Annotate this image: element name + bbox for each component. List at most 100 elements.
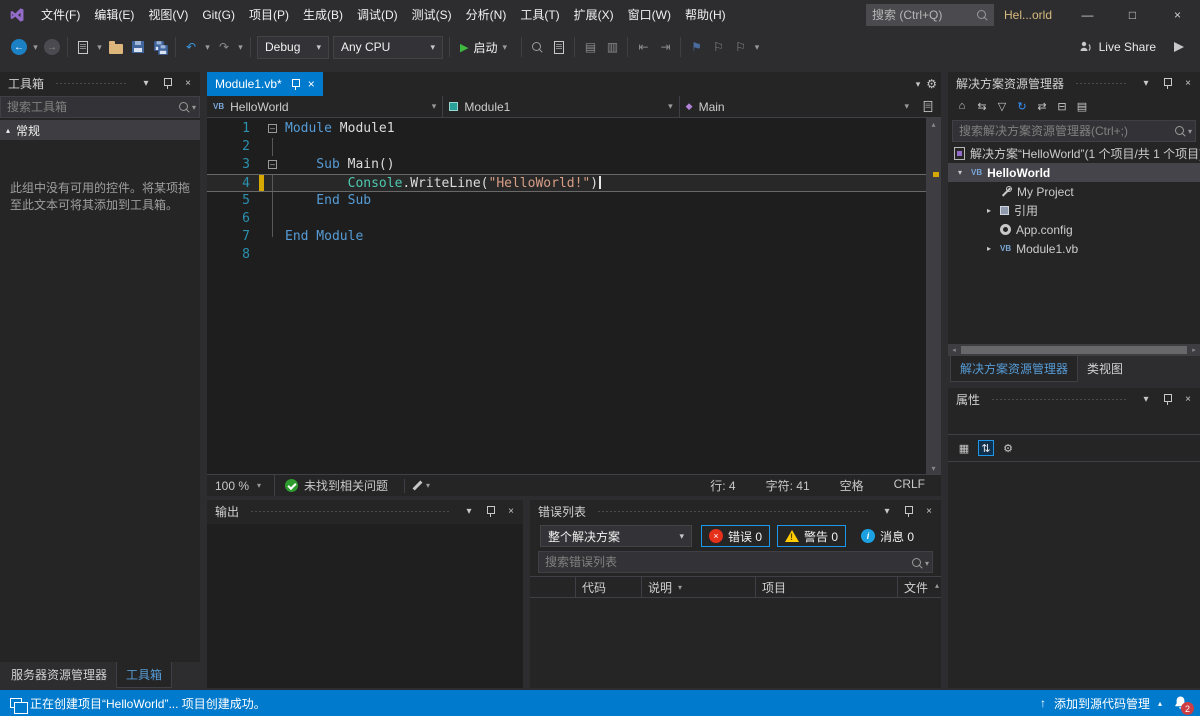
- pin-icon[interactable]: [1159, 75, 1175, 91]
- scroll-down-icon[interactable]: ▾: [926, 462, 941, 474]
- navigate-forward-button[interactable]: →: [42, 35, 62, 59]
- alphabetical-sort-icon[interactable]: ⇅: [978, 440, 994, 456]
- chevron-up-icon[interactable]: ▴: [1158, 699, 1162, 708]
- navigate-back-chevron-icon[interactable]: ▾: [31, 35, 40, 59]
- close-icon[interactable]: ×: [1180, 75, 1196, 91]
- warnings-filter-button[interactable]: 警告 0: [777, 525, 846, 547]
- close-icon[interactable]: ×: [1180, 391, 1196, 407]
- output-content[interactable]: [207, 524, 523, 688]
- collapse-all-icon[interactable]: ⊟: [1054, 98, 1070, 114]
- pin-icon[interactable]: [1159, 391, 1175, 407]
- tab-class-view[interactable]: 类视图: [1078, 356, 1132, 382]
- send-feedback-button[interactable]: [1169, 35, 1189, 59]
- start-debugging-button[interactable]: ▶ 启动 ▾: [454, 35, 517, 59]
- tree-item-references[interactable]: ▸ 引用: [948, 201, 1200, 220]
- new-file-button[interactable]: [73, 35, 93, 59]
- menu-item-window[interactable]: 窗口(W): [621, 0, 678, 30]
- chevron-down-icon[interactable]: ▾: [1188, 127, 1192, 136]
- scrollbar-thumb[interactable]: [961, 346, 1187, 354]
- line-ending-indicator[interactable]: CRLF: [894, 477, 925, 494]
- new-file-chevron-icon[interactable]: ▾: [95, 35, 104, 59]
- tree-item-module1-vb[interactable]: ▸ VB Module1.vb: [948, 239, 1200, 258]
- messages-filter-button[interactable]: i 消息 0: [853, 525, 922, 547]
- error-list-search-input[interactable]: [538, 551, 933, 573]
- menu-item-debug[interactable]: 调试(D): [350, 0, 405, 30]
- pin-icon[interactable]: [482, 503, 498, 519]
- navbar-type-dropdown[interactable]: Module1 ▾: [443, 96, 679, 117]
- chevron-down-icon[interactable]: ▾: [192, 103, 196, 112]
- solution-horizontal-scrollbar[interactable]: ◂ ▸: [948, 344, 1200, 356]
- chevron-down-icon[interactable]: ▾: [925, 559, 929, 568]
- split-editor-icon[interactable]: [915, 96, 941, 117]
- menu-item-edit[interactable]: 编辑(E): [87, 0, 141, 30]
- minimize-button[interactable]: —: [1065, 0, 1110, 30]
- toolbar-overflow-chevron-icon[interactable]: ▾: [752, 35, 761, 59]
- quick-search-input[interactable]: [872, 8, 976, 22]
- close-icon[interactable]: ×: [921, 503, 937, 519]
- menu-item-help[interactable]: 帮助(H): [678, 0, 733, 30]
- pin-icon[interactable]: [159, 75, 175, 91]
- toolbox-section-general[interactable]: ▴ 常规: [0, 120, 200, 140]
- close-icon[interactable]: ×: [180, 75, 196, 91]
- tab-solution-explorer[interactable]: 解决方案资源管理器: [950, 356, 1078, 382]
- error-scope-select[interactable]: 整个解决方案 ▾: [540, 525, 692, 547]
- expand-chevron-icon[interactable]: ▸: [983, 244, 995, 253]
- zoom-select[interactable]: 100 % ▾: [207, 475, 275, 496]
- toolbox-search-input[interactable]: [0, 96, 200, 118]
- navbar-project-dropdown[interactable]: VB HelloWorld ▾: [207, 96, 443, 117]
- redo-button[interactable]: ↷: [214, 35, 234, 59]
- open-documents-chevron-icon[interactable]: ▾: [916, 79, 921, 90]
- increase-indent-button[interactable]: ⇥: [655, 35, 675, 59]
- errors-filter-button[interactable]: × 错误 0: [701, 525, 770, 547]
- property-pages-icon[interactable]: ⚙: [1000, 440, 1016, 456]
- live-share-button[interactable]: Live Share: [1079, 40, 1156, 54]
- caret-char-indicator[interactable]: 字符: 41: [766, 477, 810, 494]
- expand-chevron-icon[interactable]: ▾: [954, 168, 966, 177]
- window-position-chevron-icon[interactable]: ▾: [1138, 391, 1154, 407]
- document-health-indicator[interactable]: 未找到相关问题: [275, 477, 398, 494]
- window-position-chevron-icon[interactable]: ▾: [138, 75, 154, 91]
- solution-search-input[interactable]: [952, 120, 1196, 142]
- pin-icon[interactable]: [900, 503, 916, 519]
- pin-icon[interactable]: [289, 76, 301, 92]
- navigate-back-button[interactable]: ←: [9, 35, 29, 59]
- refresh-icon[interactable]: ↻: [1014, 98, 1030, 114]
- properties-header[interactable]: 属性 ▾ ×: [948, 388, 1200, 410]
- find-in-files-button[interactable]: [527, 35, 547, 59]
- window-position-chevron-icon[interactable]: ▾: [461, 503, 477, 519]
- solution-platform-select[interactable]: Any CPU ▾: [333, 36, 443, 59]
- tab-server-explorer[interactable]: 服务器资源管理器: [2, 662, 116, 687]
- column-code[interactable]: 代码: [576, 577, 642, 597]
- sync-with-active-document-icon[interactable]: ⇄: [1034, 98, 1050, 114]
- menu-item-analyze[interactable]: 分析(N): [459, 0, 514, 30]
- menu-item-git[interactable]: Git(G): [195, 0, 242, 30]
- save-all-button[interactable]: [150, 35, 170, 59]
- window-position-chevron-icon[interactable]: ▾: [1138, 75, 1154, 91]
- solution-configuration-select[interactable]: Debug ▾: [257, 36, 329, 59]
- menu-item-project[interactable]: 项目(P): [242, 0, 296, 30]
- properties-object-field[interactable]: [948, 410, 1200, 434]
- navbar-member-dropdown[interactable]: ◆ Main ▾: [680, 96, 915, 117]
- tree-item-my-project[interactable]: My Project: [948, 182, 1200, 201]
- expand-chevron-icon[interactable]: ▸: [983, 206, 995, 215]
- chevron-down-icon[interactable]: ▾: [426, 481, 435, 490]
- close-icon[interactable]: ×: [308, 77, 315, 91]
- quick-search-box[interactable]: [866, 4, 994, 26]
- undo-button[interactable]: ↶: [181, 35, 201, 59]
- caret-line-indicator[interactable]: 行: 4: [710, 477, 735, 494]
- window-position-chevron-icon[interactable]: ▾: [879, 503, 895, 519]
- switch-views-icon[interactable]: ⇆: [974, 98, 990, 114]
- next-bookmark-button[interactable]: ⚐: [730, 35, 750, 59]
- toolbox-header[interactable]: 工具箱 ▾ ×: [0, 72, 200, 94]
- home-icon[interactable]: ⌂: [954, 98, 970, 114]
- tab-toolbox[interactable]: 工具箱: [116, 662, 172, 688]
- toggle-bookmark-button[interactable]: ⚑: [686, 35, 706, 59]
- undo-chevron-icon[interactable]: ▾: [203, 35, 212, 59]
- spaces-indicator[interactable]: 空格: [840, 477, 864, 494]
- add-to-source-control-button[interactable]: 添加到源代码管理: [1054, 695, 1150, 712]
- column-severity[interactable]: [530, 577, 576, 597]
- scroll-up-icon[interactable]: ▴: [926, 118, 941, 130]
- scroll-left-icon[interactable]: ◂: [948, 346, 960, 354]
- close-button[interactable]: ×: [1155, 0, 1200, 30]
- scroll-right-icon[interactable]: ▸: [1188, 346, 1200, 354]
